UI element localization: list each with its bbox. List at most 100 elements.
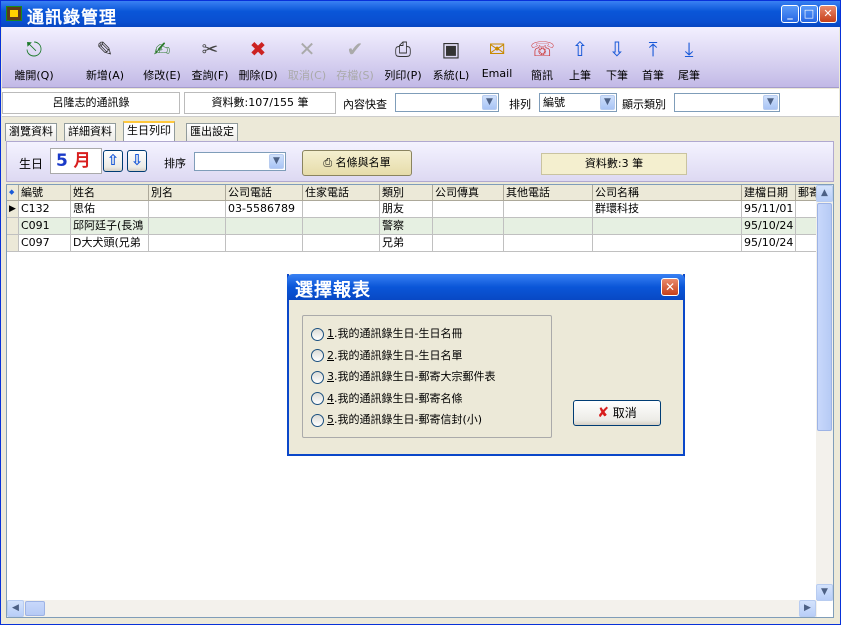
dialog-close-button[interactable]: ✕	[661, 278, 679, 296]
report-option-4[interactable]: 4.我的通訊錄生日-郵寄名條	[311, 390, 462, 408]
table-cell[interactable]	[796, 201, 818, 218]
column-header[interactable]: 住家電話	[303, 185, 380, 201]
toolbar-system-button[interactable]: ▣ 系統(L)	[428, 33, 474, 85]
table-cell[interactable]: C097	[19, 235, 71, 252]
horizontal-scroll-thumb[interactable]	[25, 601, 45, 616]
toolbar-save-button[interactable]: ✔ 存檔(S)	[332, 33, 378, 85]
chevron-down-icon[interactable]: ▼	[269, 154, 284, 169]
chevron-down-icon[interactable]: ▼	[600, 95, 615, 110]
table-cell[interactable]: 03-5586789	[226, 201, 303, 218]
table-cell[interactable]: 群環科技	[593, 201, 742, 218]
toolbar-prev-button[interactable]: ⇧ 上筆	[563, 33, 597, 85]
horizontal-scrollbar[interactable]: ◀ ▶	[7, 600, 817, 617]
tab-export-settings[interactable]: 匯出設定	[186, 123, 238, 141]
table-cell[interactable]	[149, 218, 226, 235]
table-cell[interactable]	[226, 235, 303, 252]
toolbar-delete-button[interactable]: ✖ 刪除(D)	[234, 33, 282, 85]
table-cell[interactable]	[433, 201, 504, 218]
chevron-down-icon[interactable]: ▼	[482, 95, 497, 110]
toolbar-edit-button[interactable]: ✍ 修改(E)	[139, 33, 185, 85]
chevron-down-icon[interactable]: ▼	[763, 95, 778, 110]
table-cell[interactable]: 95/11/01	[742, 201, 796, 218]
month-down-button[interactable]: ⇩	[127, 150, 147, 172]
column-header[interactable]: 建檔日期	[742, 185, 796, 201]
table-cell[interactable]	[433, 218, 504, 235]
radio-icon[interactable]	[311, 370, 324, 384]
table-cell[interactable]	[504, 218, 593, 235]
column-header[interactable]: 公司名稱	[593, 185, 742, 201]
report-option-2[interactable]: 2.我的通訊錄生日-生日名單	[311, 347, 462, 365]
table-cell[interactable]: D大犬頭(兄弟	[71, 235, 149, 252]
radio-icon[interactable]	[311, 413, 324, 427]
tab-details[interactable]: 詳細資料	[64, 123, 116, 141]
table-cell[interactable]: 95/10/24	[742, 235, 796, 252]
row-indicator[interactable]	[7, 218, 19, 235]
toolbar-add-button[interactable]: ✎ 新增(A)	[80, 33, 130, 85]
table-cell[interactable]	[433, 235, 504, 252]
table-row[interactable]: C091 邱阿廷子(長鴻 警察 95/10/24	[7, 218, 818, 235]
scroll-up-icon[interactable]: ▲	[816, 185, 833, 202]
sort-order-combo[interactable]: ▼	[194, 152, 286, 171]
vertical-scroll-thumb[interactable]	[817, 203, 832, 431]
table-cell[interactable]	[303, 218, 380, 235]
column-header[interactable]: 姓名	[71, 185, 149, 201]
table-cell[interactable]	[593, 218, 742, 235]
sort-combo[interactable]: 編號 ▼	[539, 93, 617, 112]
column-header[interactable]: 別名	[149, 185, 226, 201]
column-header[interactable]: 公司傳真	[433, 185, 504, 201]
toolbar-first-button[interactable]: ⤒ 首筆	[636, 33, 670, 85]
scroll-right-icon[interactable]: ▶	[799, 600, 816, 617]
toolbar-last-button[interactable]: ⤓ 尾筆	[672, 33, 706, 85]
table-cell[interactable]: 95/10/24	[742, 218, 796, 235]
column-header[interactable]: 其他電話	[504, 185, 593, 201]
toolbar-email-button[interactable]: ✉ Email	[479, 33, 515, 85]
toolbar-exit-button[interactable]: ⎋ 離開(Q)	[10, 33, 58, 85]
radio-icon[interactable]	[311, 349, 324, 362]
scroll-down-icon[interactable]: ▼	[816, 584, 833, 601]
scroll-left-icon[interactable]: ◀	[7, 600, 24, 617]
table-row[interactable]: C097 D大犬頭(兄弟 兄弟 95/10/24	[7, 235, 818, 252]
vertical-scrollbar[interactable]: ▲ ▼	[816, 185, 833, 601]
close-button[interactable]: ✕	[819, 5, 837, 23]
table-cell[interactable]	[226, 218, 303, 235]
labels-and-list-button[interactable]: ⎙ 名條與名單	[302, 150, 412, 176]
toolbar-sms-button[interactable]: ☏ 簡訊	[524, 33, 560, 85]
radio-icon[interactable]	[311, 327, 324, 341]
table-cell[interactable]	[303, 201, 380, 218]
table-cell[interactable]: 思佑	[71, 201, 149, 218]
maximize-button[interactable]: □	[800, 5, 818, 23]
table-cell[interactable]	[593, 235, 742, 252]
table-cell[interactable]	[149, 235, 226, 252]
report-option-5[interactable]: 5.我的通訊錄生日-郵寄信封(小)	[311, 411, 482, 429]
table-cell[interactable]	[149, 201, 226, 218]
radio-icon[interactable]	[311, 392, 324, 405]
row-indicator[interactable]: ▶	[7, 201, 19, 218]
tab-birthday-print[interactable]: 生日列印	[123, 121, 175, 142]
report-option-3[interactable]: 3.我的通訊錄生日-郵寄大宗郵件表	[311, 368, 495, 386]
table-cell[interactable]	[504, 235, 593, 252]
column-header[interactable]: 編號	[19, 185, 71, 201]
month-up-button[interactable]: ⇧	[103, 150, 123, 172]
table-cell[interactable]	[504, 201, 593, 218]
minimize-button[interactable]: _	[781, 5, 799, 23]
content-search-combo[interactable]: ▼	[395, 93, 499, 112]
table-cell[interactable]: 警察	[380, 218, 433, 235]
toolbar-next-button[interactable]: ⇩ 下筆	[600, 33, 634, 85]
table-cell[interactable]: 兄弟	[380, 235, 433, 252]
row-indicator[interactable]	[7, 235, 19, 252]
table-cell[interactable]: C132	[19, 201, 71, 218]
tab-browse[interactable]: 瀏覽資料	[5, 123, 57, 141]
column-header[interactable]: 類別	[380, 185, 433, 201]
column-header[interactable]: 公司電話	[226, 185, 303, 201]
table-cell[interactable]	[303, 235, 380, 252]
table-cell[interactable]	[796, 235, 818, 252]
table-cell[interactable]: 邱阿廷子(長鴻	[71, 218, 149, 235]
report-option-1[interactable]: 1.我的通訊錄生日-生日名冊	[311, 325, 462, 343]
toolbar-print-button[interactable]: ⎙ 列印(P)	[380, 33, 426, 85]
toolbar-query-button[interactable]: ✂ 查詢(F)	[187, 33, 233, 85]
table-row[interactable]: ▶ C132 思佑 03-5586789 朋友 群環科技 95/11/01	[7, 201, 818, 218]
toolbar-cancel-button[interactable]: ✕ 取消(C)	[284, 33, 330, 85]
cancel-button[interactable]: ✘ 取消	[573, 400, 661, 426]
table-cell[interactable]: 朋友	[380, 201, 433, 218]
table-cell[interactable]: C091	[19, 218, 71, 235]
